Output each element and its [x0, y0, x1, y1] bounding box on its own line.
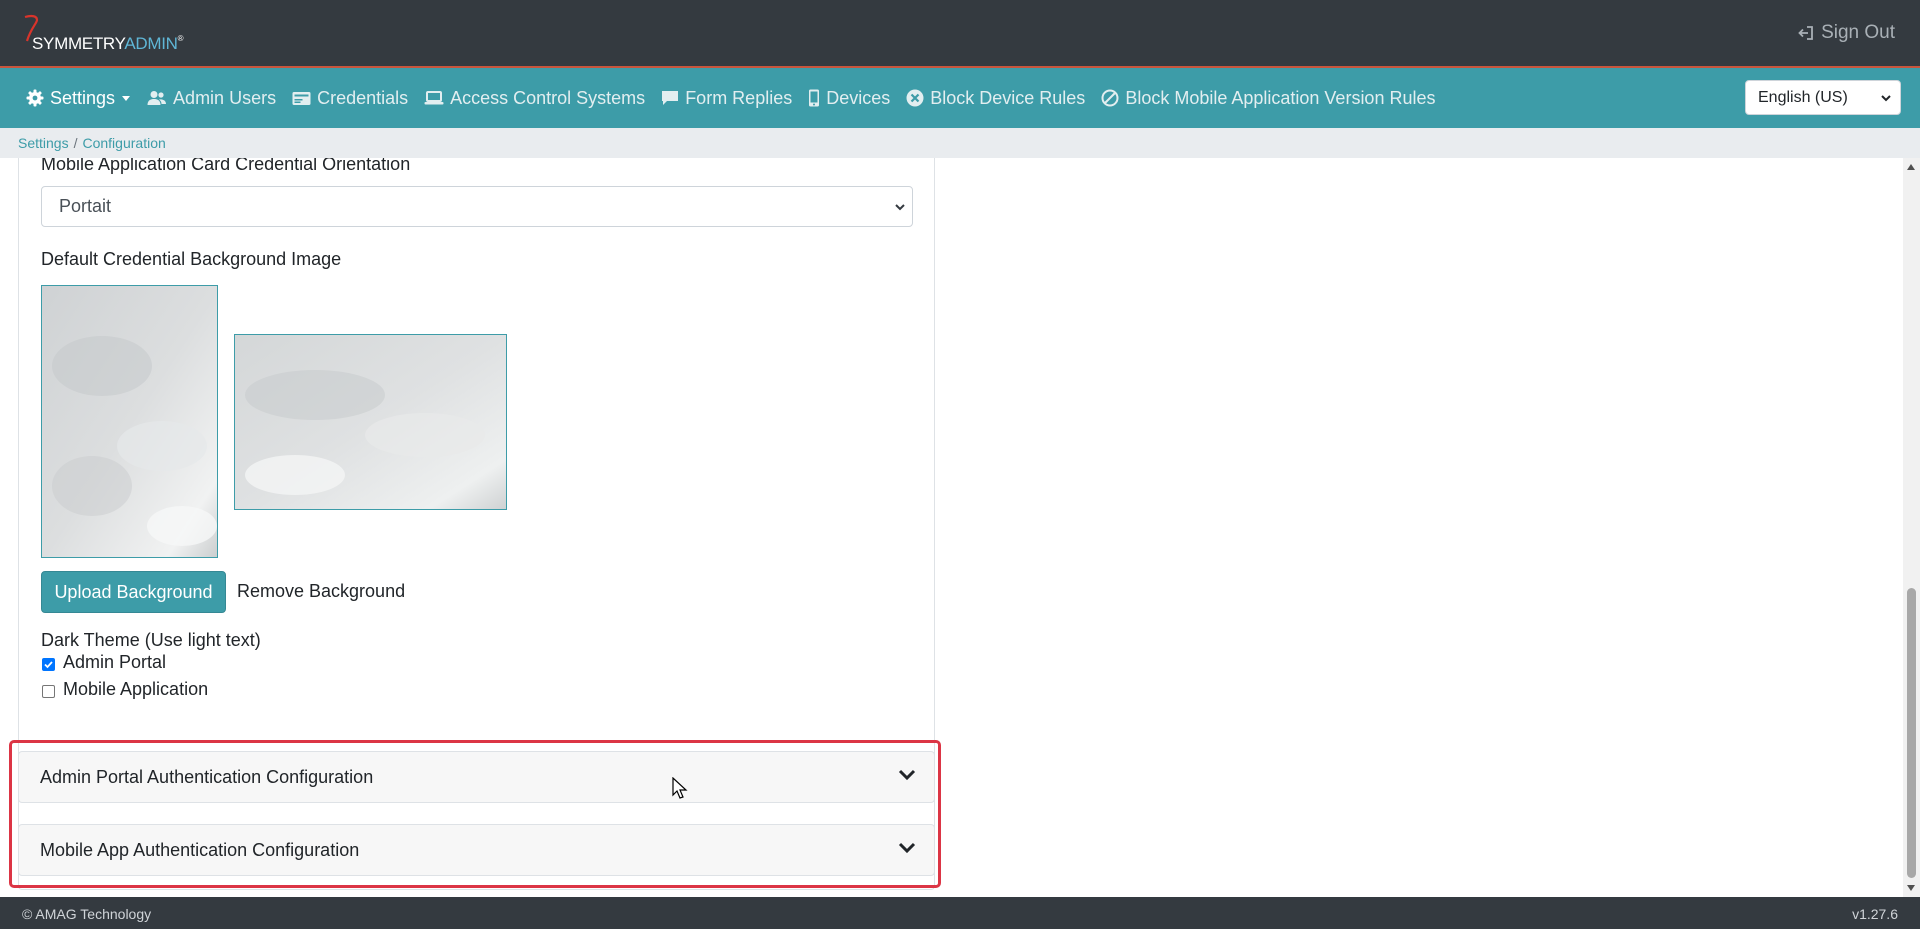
nav-item-access-control-systems[interactable]: Access Control Systems: [424, 88, 645, 109]
nav-item-label: Access Control Systems: [450, 87, 646, 108]
landscape-background-thumbnail[interactable]: [234, 334, 507, 510]
id-card-icon: [292, 91, 311, 105]
upload-background-button[interactable]: Upload Background: [41, 571, 226, 613]
chevron-down-icon: [1881, 94, 1891, 101]
scrollbar-thumb[interactable]: [1907, 588, 1916, 878]
accordion-title: Admin Portal Authentication Configuratio…: [40, 767, 374, 787]
users-icon: [147, 91, 167, 105]
mobile-application-checkbox-label[interactable]: Mobile Application: [63, 679, 208, 700]
nav-item-form-replies[interactable]: Form Replies: [661, 88, 792, 109]
nav-item-label: Form Replies: [685, 87, 793, 108]
page-scrollbar[interactable]: [1903, 158, 1920, 897]
breadcrumb: Settings / Configuration: [0, 128, 1920, 158]
accordion-admin-portal-auth[interactable]: Admin Portal Authentication Configuratio…: [18, 751, 935, 803]
scroll-up-arrow-icon[interactable]: [1907, 164, 1915, 170]
chevron-down-icon: [898, 769, 916, 781]
nav-item-credentials[interactable]: Credentials: [292, 88, 408, 109]
gear-icon: [26, 89, 44, 107]
nav-item-block-mobile-app-version-rules[interactable]: Block Mobile Application Version Rules: [1101, 88, 1435, 109]
breadcrumb-link-settings[interactable]: Settings: [18, 135, 69, 151]
nav-item-settings[interactable]: Settings: [26, 88, 131, 109]
orientation-select[interactable]: Portait: [41, 186, 913, 227]
mouse-cursor-icon: [672, 777, 688, 799]
scroll-down-arrow-icon[interactable]: [1907, 885, 1915, 891]
language-select-value: English (US): [1758, 88, 1848, 106]
nav-item-label: Credentials: [317, 87, 409, 108]
remove-background-button[interactable]: Remove Background: [237, 571, 405, 611]
nav-item-label: Block Mobile Application Version Rules: [1125, 87, 1436, 108]
footer: © AMAG Technology v1.27.6: [0, 897, 1920, 929]
orientation-select-value: Portait: [59, 196, 112, 216]
nav-item-label: Admin Users: [173, 87, 277, 108]
comment-icon: [662, 91, 679, 105]
sign-out-icon: [1798, 26, 1813, 40]
ban-icon: [1101, 89, 1119, 107]
background-image-landscape: [235, 335, 506, 509]
caret-down-icon: [122, 96, 131, 101]
accordion-title: Mobile App Authentication Configuration: [40, 840, 360, 860]
nav-item-block-device-rules[interactable]: Block Device Rules: [906, 88, 1085, 109]
sign-out-link[interactable]: Sign Out: [1797, 22, 1895, 44]
laptop-icon: [424, 91, 444, 105]
language-select[interactable]: English (US): [1745, 80, 1901, 115]
main-nav: Settings Admin Users Credentials Access: [0, 68, 1920, 128]
footer-copyright: © AMAG Technology: [22, 906, 152, 922]
sign-out-label: Sign Out: [1821, 22, 1895, 43]
orientation-label: Mobile Application Card Credential Orien…: [41, 158, 411, 174]
breadcrumb-separator: /: [73, 135, 78, 151]
nav-item-admin-users[interactable]: Admin Users: [147, 88, 276, 109]
times-circle-icon: [906, 89, 924, 107]
background-image-portrait: [42, 286, 217, 557]
nav-item-label: Devices: [826, 87, 891, 108]
checkmark-icon: [44, 661, 53, 669]
brand-trademark: ®: [177, 34, 184, 43]
nav-item-label: Block Device Rules: [930, 87, 1086, 108]
chevron-down-icon: [895, 203, 905, 210]
admin-portal-checkbox[interactable]: [42, 658, 55, 671]
brand-name-secondary: ADMIN: [124, 34, 178, 53]
accordion-mobile-app-auth[interactable]: Mobile App Authentication Configuration: [18, 824, 935, 876]
top-header: SYMMETRYADMIN® Sign Out: [0, 0, 1920, 68]
breadcrumb-link-configuration[interactable]: Configuration: [82, 135, 165, 151]
nav-item-label: Settings: [50, 87, 116, 108]
main-content: Mobile Application Card Credential Orien…: [0, 158, 1920, 897]
footer-version: v1.27.6: [1852, 906, 1898, 922]
chevron-down-icon: [898, 842, 916, 854]
background-image-label: Default Credential Background Image: [41, 249, 342, 269]
portrait-background-thumbnail[interactable]: [41, 285, 218, 558]
mobile-application-checkbox[interactable]: [42, 685, 55, 698]
brand-name-primary: SYMMETRY: [32, 34, 125, 53]
mobile-icon: [809, 89, 820, 107]
nav-item-devices[interactable]: Devices: [808, 88, 890, 109]
dark-theme-label: Dark Theme (Use light text): [41, 630, 261, 650]
admin-portal-checkbox-label[interactable]: Admin Portal: [63, 652, 166, 673]
